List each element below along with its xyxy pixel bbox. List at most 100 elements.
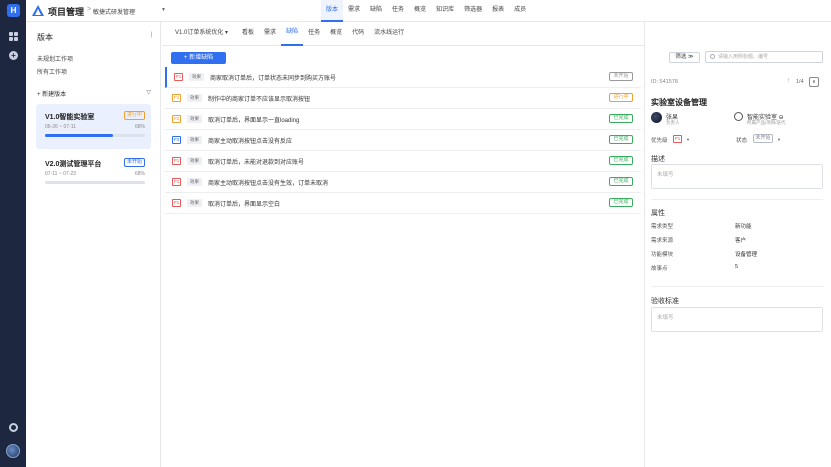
breadcrumb-separator: > bbox=[87, 6, 92, 13]
status-badge: 进行中 bbox=[123, 111, 145, 120]
list-item[interactable]: P1 效果 商家主动取消按钮点击没有生效，订单未取消 已完成 bbox=[165, 172, 641, 193]
property-value[interactable]: 设备管理 bbox=[735, 250, 757, 258]
version-icon bbox=[734, 112, 743, 121]
filter-button[interactable]: 筛选 ≫ bbox=[669, 52, 700, 63]
search-icon bbox=[710, 54, 715, 59]
apps-grid-icon[interactable] bbox=[9, 32, 18, 41]
status-label: 状态 bbox=[736, 138, 748, 144]
version-card[interactable]: V1.0智能实验室 进行中 06-26 ~ 07-11 68% bbox=[36, 104, 151, 149]
list-item[interactable]: P2 效果 制作中的商家订单不应该显示取消按钮 进行中 bbox=[165, 88, 641, 109]
next-item-button[interactable]: ∨ bbox=[809, 77, 819, 87]
new-version-button[interactable]: + 新建版本 bbox=[37, 89, 66, 98]
top-nav-item[interactable]: 筛选器 bbox=[459, 0, 487, 22]
version-name: V2.0测试管理平台 bbox=[45, 161, 102, 168]
tab-item[interactable]: 代码 bbox=[347, 22, 369, 45]
priority-tag: P1 bbox=[172, 199, 181, 207]
item-title[interactable]: 制作中的商家订单不应该显示取消按钮 bbox=[208, 94, 310, 103]
top-nav-item[interactable]: 知识库 bbox=[431, 0, 459, 22]
sub-tabs: V1.0订单系统优化 ▾ 看板 需求 缺陷 任务 概览 代码 流水线运行 bbox=[162, 22, 644, 46]
page-title: 项目管理 bbox=[48, 7, 85, 17]
item-title[interactable]: 商家主动取消按钮点击没有生效，订单未取消 bbox=[208, 178, 328, 187]
description-heading: 描述 bbox=[651, 156, 665, 163]
status-badge[interactable]: 已完成 bbox=[609, 156, 633, 165]
chevron-down-icon[interactable]: ▼ bbox=[161, 7, 166, 13]
version-panel-title: 版本 bbox=[37, 33, 53, 42]
priority-select[interactable]: P1 bbox=[673, 135, 682, 143]
priority-tag: P1 bbox=[174, 73, 183, 81]
progress-fill bbox=[45, 134, 113, 137]
list-item[interactable]: P1 效果 取消订单后，界面显示空白 已完成 bbox=[165, 193, 641, 214]
version-card[interactable]: V2.0测试管理平台 未开始 07-11 ~ 07-23 68% bbox=[36, 151, 151, 196]
type-tag: 效果 bbox=[187, 157, 202, 165]
chevron-down-icon[interactable]: ▼ bbox=[686, 137, 690, 142]
tab-item[interactable]: 缺陷 bbox=[281, 21, 304, 46]
unplanned-link[interactable]: 未规划工作项 bbox=[37, 54, 73, 63]
divider bbox=[651, 199, 823, 200]
priority-tag: P2 bbox=[172, 115, 181, 123]
new-bug-button[interactable]: + 新增缺陷 bbox=[171, 52, 226, 64]
property-key: 功能模块 bbox=[651, 252, 674, 258]
version-switcher[interactable]: V1.0订单系统优化 ▾ bbox=[170, 22, 237, 45]
description-field[interactable]: 未填写 bbox=[651, 164, 823, 189]
type-tag: 效果 bbox=[187, 136, 202, 144]
priority-tag: P1 bbox=[172, 178, 181, 186]
tab-item[interactable]: 需求 bbox=[259, 22, 281, 45]
tab-item[interactable]: 看板 bbox=[237, 22, 259, 45]
type-tag: 效果 bbox=[187, 199, 202, 207]
progress-bar bbox=[45, 134, 145, 137]
property-value[interactable]: 5 bbox=[735, 264, 738, 270]
app-logo-icon[interactable]: H bbox=[7, 4, 20, 17]
status-badge[interactable]: 已完成 bbox=[609, 177, 633, 186]
top-nav-item[interactable]: 成员 bbox=[509, 0, 531, 22]
top-nav-item[interactable]: 报表 bbox=[487, 0, 509, 22]
collapse-icon[interactable]: | bbox=[150, 32, 152, 38]
type-tag: 效果 bbox=[187, 94, 202, 102]
chevron-down-icon[interactable]: ▼ bbox=[777, 137, 781, 142]
top-nav-item[interactable]: 任务 bbox=[387, 0, 409, 22]
version-percent: 68% bbox=[134, 171, 145, 177]
top-nav-item[interactable]: 需求 bbox=[343, 0, 365, 22]
item-title[interactable]: 取消订单后，未能对退款到对应账号 bbox=[208, 157, 304, 166]
status-badge: 未开始 bbox=[123, 158, 145, 167]
project-switcher[interactable]: 敏捷式研发管理 bbox=[93, 7, 135, 16]
list-item[interactable]: P1 效果 商家取消订单后，订单状态未同步到购买方账号 未开始 bbox=[165, 67, 641, 88]
progress-bar bbox=[45, 181, 145, 184]
gear-icon[interactable] bbox=[9, 423, 18, 432]
type-tag: 效果 bbox=[189, 73, 204, 81]
status-badge[interactable]: 进行中 bbox=[609, 93, 633, 102]
filter-icon[interactable]: ▽ bbox=[146, 89, 151, 96]
tab-item[interactable]: 任务 bbox=[303, 22, 325, 45]
all-items-link[interactable]: 所有工作项 bbox=[37, 67, 67, 76]
version-percent: 68% bbox=[134, 124, 145, 130]
tab-item[interactable]: 概览 bbox=[325, 22, 347, 45]
tab-item[interactable]: 流水线运行 bbox=[369, 22, 409, 45]
search-input[interactable]: 请输入用例标题、编号 bbox=[705, 51, 823, 63]
list-item[interactable]: P1 效果 取消订单后，未能对退款到对应账号 已完成 bbox=[165, 151, 641, 172]
top-nav-item[interactable]: 概览 bbox=[409, 0, 431, 22]
item-title[interactable]: 取消订单后，界面显示空白 bbox=[208, 199, 280, 208]
priority-tag: P1 bbox=[172, 157, 181, 165]
list-item[interactable]: P3 效果 商家主动取消按钮点击没有反应 已完成 bbox=[165, 130, 641, 151]
property-key: 需求类型 bbox=[651, 224, 674, 230]
detail-title: 实验室设备管理 bbox=[651, 98, 707, 107]
top-nav-item[interactable]: 版本 bbox=[321, 0, 344, 22]
prev-item-icon[interactable]: ↑ bbox=[787, 78, 790, 84]
status-badge[interactable]: 未开始 bbox=[609, 72, 633, 81]
status-badge[interactable]: 已完成 bbox=[609, 135, 633, 144]
add-circle-icon[interactable]: + bbox=[9, 51, 18, 60]
item-title[interactable]: 商家主动取消按钮点击没有反应 bbox=[208, 136, 292, 145]
version-panel: 版本 | 未规划工作项 所有工作项 + 新建版本 ▽ V1.0智能实验室 进行中 0… bbox=[26, 22, 161, 467]
item-title[interactable]: 商家取消订单后，订单状态未同步到购买方账号 bbox=[210, 73, 336, 82]
status-badge[interactable]: 已完成 bbox=[609, 198, 633, 207]
list-item[interactable]: P2 效果 取消订单后，界面显示一直loading 已完成 bbox=[165, 109, 641, 130]
property-value[interactable]: 新功能 bbox=[735, 222, 752, 230]
status-select[interactable]: 未开始 bbox=[753, 134, 773, 143]
properties-heading: 属性 bbox=[651, 210, 665, 217]
user-avatar[interactable] bbox=[6, 444, 20, 458]
item-title[interactable]: 取消订单后，界面显示一直loading bbox=[208, 115, 299, 124]
acceptance-field[interactable]: 未填写 bbox=[651, 307, 823, 332]
top-nav-item[interactable]: 缺陷 bbox=[365, 0, 387, 22]
top-nav: 版本 需求 缺陷 任务 概览 知识库 筛选器 报表 成员 bbox=[321, 0, 531, 22]
property-value[interactable]: 客户 bbox=[735, 236, 746, 244]
status-badge[interactable]: 已完成 bbox=[609, 114, 633, 123]
